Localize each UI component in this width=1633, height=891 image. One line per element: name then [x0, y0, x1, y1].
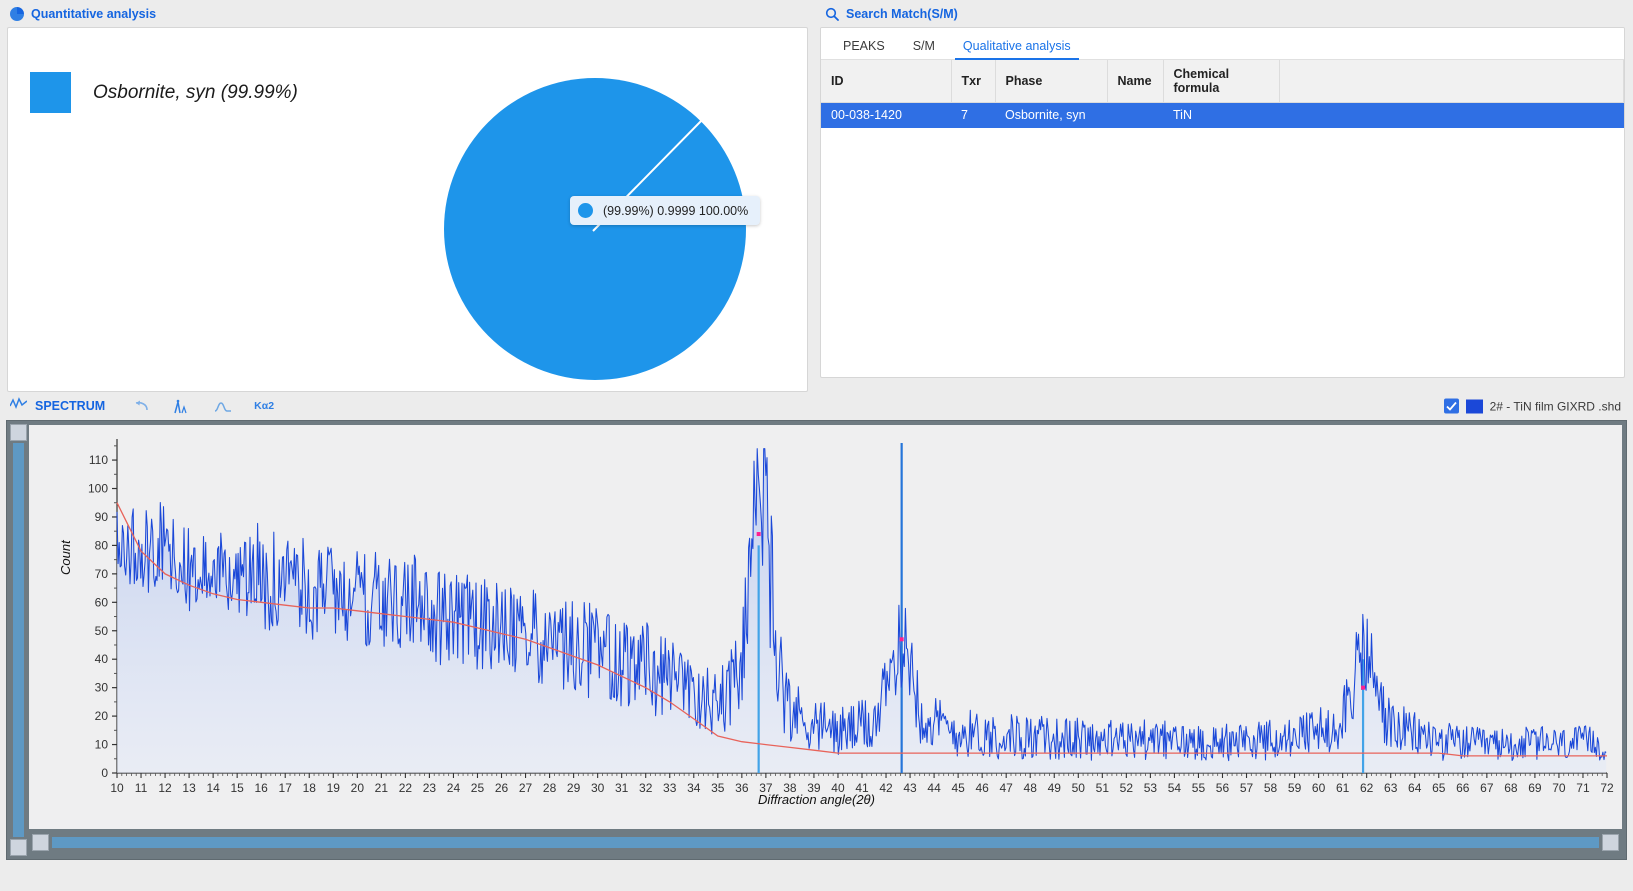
column-header-id[interactable]: ID [821, 60, 951, 103]
phase-results-table: ID Txr Phase Name Chemical formula 00-03… [821, 60, 1624, 128]
column-header-formula[interactable]: Chemical formula [1163, 60, 1279, 103]
svg-text:20: 20 [95, 709, 109, 723]
x-axis-title: Diffraction angle(2θ) [0, 792, 1633, 807]
svg-text:90: 90 [95, 510, 109, 524]
pie-chart[interactable]: (99.99%) 0.9999 100.00% [442, 76, 752, 386]
cell-spacer [1279, 103, 1624, 128]
tooltip-value: (99.99%) 0.9999 100.00% [603, 204, 748, 218]
scroll-down-button[interactable] [10, 839, 27, 856]
pie-slice-osbornite[interactable] [444, 78, 746, 380]
table-header-row: ID Txr Phase Name Chemical formula [821, 60, 1624, 103]
quantitative-analysis-header: Quantitative analysis [0, 0, 815, 27]
search-icon [825, 7, 839, 21]
horizontal-scrollbar[interactable] [29, 829, 1622, 855]
svg-text:10: 10 [95, 738, 109, 752]
svg-text:50: 50 [95, 624, 109, 638]
column-header-name[interactable]: Name [1107, 60, 1163, 103]
top-panels: Quantitative analysis Osbornite, syn (99… [0, 0, 1633, 392]
waveform-icon [10, 397, 27, 415]
spectrum-toolbar: SPECTRUM Kα2 [0, 392, 1633, 420]
undo-icon[interactable] [133, 399, 150, 413]
cell-txr: 7 [951, 103, 995, 128]
pie-tooltip: (99.99%) 0.9999 100.00% [570, 196, 760, 225]
quantitative-analysis-title: Quantitative analysis [31, 7, 156, 21]
series-file-label: 2# - TiN film GIXRD .shd [1490, 399, 1621, 413]
search-match-title: Search Match(S/M) [846, 7, 958, 21]
tab-peaks[interactable]: PEAKS [829, 39, 899, 59]
search-match-card: PEAKS S/M Qualitative analysis ID Txr Ph… [820, 27, 1625, 378]
cell-formula: TiN [1163, 103, 1279, 128]
svg-text:70: 70 [95, 567, 109, 581]
column-header-spacer [1279, 60, 1624, 103]
series-visibility-checkbox[interactable] [1444, 399, 1459, 414]
pie-chart-icon [10, 7, 24, 21]
quantitative-analysis-panel: Quantitative analysis Osbornite, syn (99… [0, 0, 815, 392]
tooltip-color-dot [578, 203, 593, 218]
svg-text:0: 0 [101, 766, 108, 780]
series-color-swatch [1466, 399, 1483, 413]
search-match-panel: Search Match(S/M) PEAKS S/M Qualitative … [815, 0, 1633, 392]
scroll-left-button[interactable] [32, 834, 49, 851]
xrd-analysis-window: Quantitative analysis Osbornite, syn (99… [0, 0, 1633, 891]
spectrum-series-legend: 2# - TiN film GIXRD .shd [1444, 399, 1621, 414]
legend-phase-label: Osbornite, syn (99.99%) [93, 82, 298, 104]
smooth-icon[interactable] [214, 399, 232, 413]
tab-qualitative-analysis[interactable]: Qualitative analysis [949, 39, 1085, 59]
svg-text:80: 80 [95, 538, 109, 552]
cell-name [1107, 103, 1163, 128]
search-match-header: Search Match(S/M) [815, 0, 1633, 27]
xrd-spectrum-plot[interactable]: 0102030405060708090100110101112131415161… [29, 425, 1621, 825]
scroll-up-button[interactable] [10, 424, 27, 441]
spectrum-title: SPECTRUM [35, 399, 105, 413]
svg-text:30: 30 [95, 681, 109, 695]
scroll-right-button[interactable] [1602, 834, 1619, 851]
svg-text:60: 60 [95, 595, 109, 609]
pie-chart-card: Osbornite, syn (99.99%) (99.99%) 0.9999 … [7, 27, 808, 392]
y-axis-title: Count [58, 540, 73, 575]
svg-text:110: 110 [89, 453, 108, 467]
cell-phase: Osbornite, syn [995, 103, 1107, 128]
search-match-tabs: PEAKS S/M Qualitative analysis [821, 28, 1624, 60]
pie-legend: Osbornite, syn (99.99%) [30, 72, 298, 113]
cell-id: 00-038-1420 [821, 103, 951, 128]
horizontal-scroll-thumb[interactable] [52, 837, 1599, 848]
legend-color-swatch [30, 72, 71, 113]
column-header-txr[interactable]: Txr [951, 60, 995, 103]
tab-sm[interactable]: S/M [899, 39, 949, 59]
peak-find-icon[interactable] [174, 399, 190, 414]
plot-area[interactable]: 0102030405060708090100110101112131415161… [29, 425, 1622, 855]
svg-text:100: 100 [88, 482, 108, 496]
svg-text:40: 40 [95, 652, 109, 666]
kalpha2-strip-icon[interactable]: Kα2 [254, 400, 274, 412]
table-row[interactable]: 00-038-1420 7 Osbornite, syn TiN [821, 103, 1624, 128]
vertical-scroll-thumb[interactable] [13, 443, 24, 837]
column-header-phase[interactable]: Phase [995, 60, 1107, 103]
